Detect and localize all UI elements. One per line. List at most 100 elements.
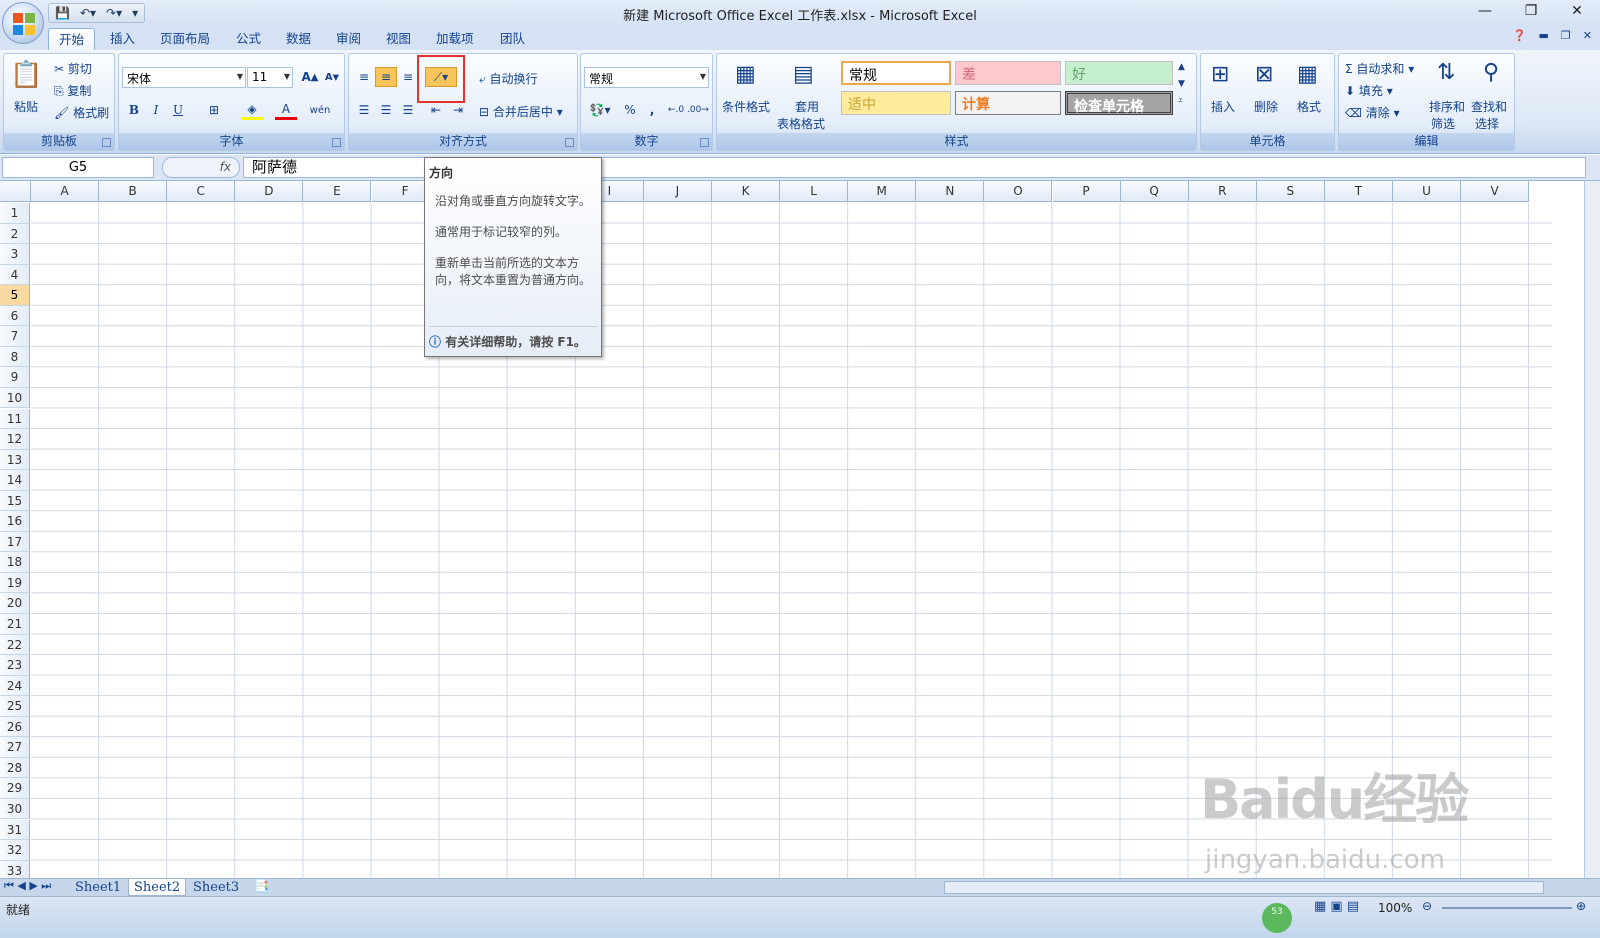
percent-button[interactable]: % <box>619 100 641 120</box>
row-header[interactable]: 9 <box>0 367 30 388</box>
zoom-out-icon[interactable]: ⊖ <box>1422 899 1432 913</box>
tab-data[interactable]: 数据 <box>286 28 311 50</box>
delete-cells-button[interactable]: 删除 <box>1254 98 1278 115</box>
column-header[interactable]: D <box>235 181 304 202</box>
increase-indent-icon[interactable]: ⇥ <box>447 100 469 120</box>
phonetic-button[interactable]: wén <box>309 100 331 120</box>
doc-restore-icon[interactable]: ❐ <box>1561 29 1571 42</box>
merge-center-button[interactable]: ⊟ 合并后居中 ▾ <box>479 103 563 120</box>
align-right-icon[interactable]: ☰ <box>397 100 419 120</box>
decrease-decimal-icon[interactable]: .00→ <box>687 100 709 120</box>
find-select-button-line2[interactable]: 选择 <box>1475 115 1499 132</box>
row-header[interactable]: 8 <box>0 346 30 368</box>
number-launcher-icon[interactable] <box>700 138 709 147</box>
tab-team[interactable]: 团队 <box>500 28 525 50</box>
sort-filter-button-line1[interactable]: 排序和 <box>1429 98 1465 115</box>
row-header[interactable]: 10 <box>0 387 30 409</box>
border-icon[interactable]: ⊞ <box>203 100 225 120</box>
wrap-text-button[interactable]: ⤶ 自动换行 <box>479 70 538 87</box>
shrink-font-button[interactable]: A ▼ <box>321 67 343 87</box>
align-top-icon[interactable]: ≡ <box>353 67 375 87</box>
find-select-button-line1[interactable]: 查找和 <box>1471 98 1507 115</box>
currency-icon[interactable]: 💱▾ <box>585 100 615 120</box>
clear-button[interactable]: ⌫ 清除 ▾ <box>1345 104 1400 121</box>
row-header[interactable]: 13 <box>0 449 30 471</box>
autosum-button[interactable]: Σ 自动求和 ▾ <box>1345 60 1414 77</box>
row-header[interactable]: 24 <box>0 675 30 697</box>
sheet-nav-icons[interactable]: ⏮ ◀ ▶ ⏭ <box>4 879 51 893</box>
row-header[interactable]: 28 <box>0 757 30 779</box>
restore-button[interactable]: ❐ <box>1508 0 1554 22</box>
style-good[interactable]: 好 <box>1065 61 1173 85</box>
sheet-tab-1[interactable]: Sheet1 <box>70 879 126 896</box>
table-format-button-line1[interactable]: 套用 <box>795 98 819 115</box>
style-bad[interactable]: 差 <box>955 61 1061 85</box>
font-name-combo[interactable]: 宋体 ▼ <box>122 67 246 88</box>
row-header[interactable]: 6 <box>0 305 30 327</box>
number-format-combo[interactable]: 常规 ▼ <box>584 67 709 88</box>
vertical-scrollbar[interactable] <box>1584 181 1600 878</box>
row-header[interactable]: 30 <box>0 798 30 820</box>
grow-font-button[interactable]: A ▲ <box>299 67 321 87</box>
row-header[interactable]: 21 <box>0 614 30 635</box>
column-header[interactable]: B <box>99 181 168 202</box>
row-header[interactable]: 16 <box>0 511 30 532</box>
column-header[interactable]: R <box>1188 181 1257 202</box>
styles-scroll-icon[interactable]: ▲ ▼ ⩡ <box>1178 59 1185 110</box>
align-left-icon[interactable]: ☰ <box>353 100 375 120</box>
doc-minimize-icon[interactable]: ▬ <box>1539 29 1549 42</box>
close-button[interactable]: ✕ <box>1554 0 1600 22</box>
row-header[interactable]: 29 <box>0 778 30 799</box>
column-header[interactable]: K <box>712 181 781 202</box>
row-header[interactable]: 12 <box>0 429 30 450</box>
zoom-slider[interactable] <box>1442 907 1572 909</box>
row-header[interactable]: 19 <box>0 572 30 594</box>
tab-home[interactable]: 开始 <box>48 28 96 50</box>
column-header[interactable]: T <box>1324 181 1393 202</box>
clipboard-launcher-icon[interactable] <box>102 138 111 147</box>
row-header[interactable]: 18 <box>0 552 30 573</box>
help-icon[interactable]: ❓ <box>1513 29 1527 42</box>
row-header[interactable]: 31 <box>0 819 30 841</box>
column-header[interactable]: A <box>31 181 100 202</box>
fill-button[interactable]: ⬇ 填充 ▾ <box>1345 82 1393 99</box>
font-size-combo[interactable]: 11 ▼ <box>247 67 293 88</box>
column-header[interactable]: N <box>916 181 985 202</box>
format-cells-button[interactable]: 格式 <box>1297 98 1321 115</box>
office-button[interactable] <box>2 2 44 44</box>
insert-function-button[interactable]: fx <box>162 157 240 178</box>
row-header[interactable]: 7 <box>0 326 30 347</box>
tab-review[interactable]: 审阅 <box>336 28 361 50</box>
style-check[interactable]: 检查单元格 <box>1065 91 1173 115</box>
insert-cells-button[interactable]: 插入 <box>1211 98 1235 115</box>
row-header[interactable]: 22 <box>0 634 30 656</box>
align-middle-icon[interactable]: ≡ <box>375 67 397 87</box>
fill-color-icon[interactable]: ◈ <box>241 100 263 120</box>
row-header[interactable]: 1 <box>0 203 30 224</box>
tab-page-layout[interactable]: 页面布局 <box>160 28 210 50</box>
horizontal-scrollbar[interactable] <box>944 881 1544 894</box>
paste-button[interactable]: 粘贴 <box>14 98 38 115</box>
sheet-tab-3[interactable]: Sheet3 <box>188 879 244 896</box>
row-header[interactable]: 32 <box>0 840 30 861</box>
style-calc[interactable]: 计算 <box>955 91 1061 115</box>
row-header[interactable]: 2 <box>0 223 30 245</box>
zoom-in-icon[interactable]: ⊕ <box>1576 899 1586 913</box>
increase-decimal-icon[interactable]: ←.0 <box>665 100 687 120</box>
row-header[interactable]: 20 <box>0 593 30 614</box>
column-header[interactable]: S <box>1256 181 1325 202</box>
column-header[interactable]: O <box>984 181 1053 202</box>
row-header[interactable]: 3 <box>0 244 30 265</box>
sort-filter-button-line2[interactable]: 筛选 <box>1431 115 1455 132</box>
copy-button[interactable]: ⎘ 复制 <box>54 82 91 99</box>
row-header[interactable]: 11 <box>0 408 30 430</box>
name-box[interactable]: G5 <box>2 157 154 178</box>
column-header[interactable]: E <box>303 181 372 202</box>
italic-button[interactable]: I <box>145 100 167 120</box>
bold-button[interactable]: B <box>123 100 145 120</box>
column-header[interactable]: Q <box>1120 181 1189 202</box>
conditional-format-button[interactable]: 条件格式 <box>722 98 770 115</box>
table-format-button-line2[interactable]: 表格格式 <box>777 115 825 132</box>
row-header[interactable]: 27 <box>0 737 30 758</box>
row-header[interactable]: 23 <box>0 655 30 676</box>
